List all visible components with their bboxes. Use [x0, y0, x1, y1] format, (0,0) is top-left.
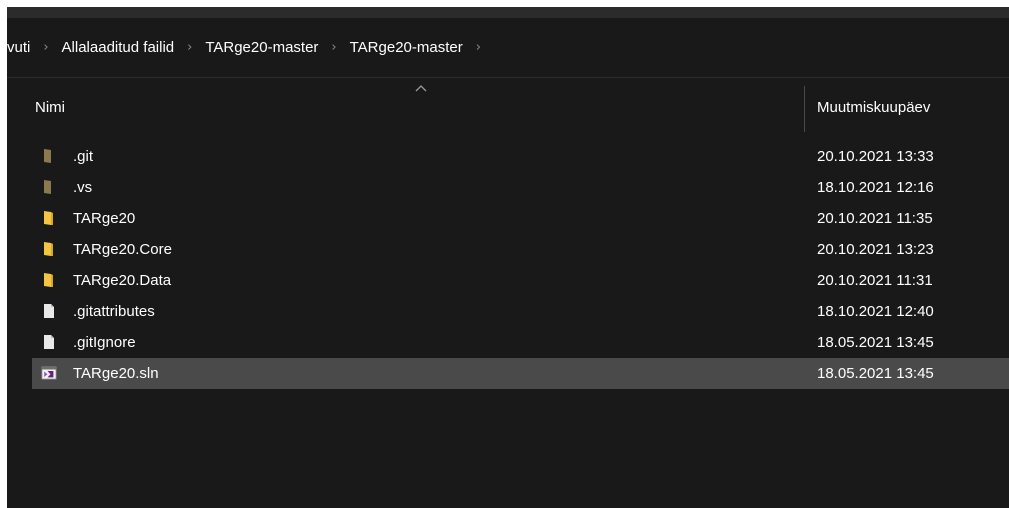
sort-ascending-icon[interactable]: [415, 84, 427, 92]
column-divider[interactable]: [804, 86, 805, 132]
file-modified-date: 20.10.2021 13:23: [817, 241, 934, 258]
file-row[interactable]: .vs 18.10.2021 12:16: [7, 172, 1009, 203]
breadcrumb[interactable]: vuti › Allalaaditud failid › TARge20-mas…: [7, 18, 1009, 78]
hidden-folder-icon: [44, 180, 51, 194]
file-modified-date: 18.10.2021 12:16: [817, 179, 934, 196]
file-row[interactable]: TARge20 20.10.2021 11:35: [7, 203, 1009, 234]
chevron-right-icon[interactable]: ›: [176, 40, 203, 55]
file-modified-date: 18.05.2021 13:45: [817, 365, 934, 382]
column-header-name[interactable]: Nimi: [35, 99, 65, 116]
file-explorer-window: vuti › Allalaaditud failid › TARge20-mas…: [7, 7, 1009, 508]
column-header-modified[interactable]: Muutmiskuupäev: [817, 99, 930, 116]
file-row[interactable]: .gitIgnore 18.05.2021 13:45: [7, 327, 1009, 358]
file-icon: [44, 335, 54, 349]
file-row[interactable]: .git 20.10.2021 13:33: [7, 141, 1009, 172]
file-modified-date: 20.10.2021 11:35: [817, 210, 933, 227]
file-name: TARge20: [73, 210, 136, 227]
file-modified-date: 20.10.2021 11:31: [817, 272, 933, 289]
hidden-folder-icon: [44, 149, 51, 163]
folder-icon: [44, 211, 53, 225]
title-bar-strip: [7, 7, 1009, 18]
chevron-right-icon[interactable]: ›: [465, 40, 492, 55]
file-modified-date: 18.10.2021 12:40: [817, 303, 934, 320]
folder-icon: [44, 242, 53, 256]
file-row[interactable]: TARge20.Core 20.10.2021 13:23: [7, 234, 1009, 265]
breadcrumb-item-targe20-master-2[interactable]: TARge20-master: [348, 39, 465, 56]
file-name: TARge20.Data: [73, 272, 172, 289]
file-list: .git 20.10.2021 13:33 .vs 18.10.2021 12:…: [7, 141, 1009, 389]
breadcrumb-item-targe20-master-1[interactable]: TARge20-master: [203, 39, 320, 56]
file-row[interactable]: .gitattributes 18.10.2021 12:40: [7, 296, 1009, 327]
column-header: Nimi Muutmiskuupäev: [7, 78, 1009, 132]
file-row-selected[interactable]: TARge20.sln 18.05.2021 13:45: [7, 358, 1009, 389]
folder-icon: [44, 273, 53, 287]
file-modified-date: 18.05.2021 13:45: [817, 334, 934, 351]
file-modified-date: 20.10.2021 13:33: [817, 148, 934, 165]
breadcrumb-item-downloads[interactable]: Allalaaditud failid: [60, 39, 177, 56]
file-name: .git: [73, 148, 94, 165]
file-name: TARge20.sln: [73, 365, 159, 382]
file-name: .gitIgnore: [73, 334, 136, 351]
file-row[interactable]: TARge20.Data 20.10.2021 11:31: [7, 265, 1009, 296]
file-name: .vs: [73, 179, 93, 196]
visual-studio-solution-icon: [41, 366, 57, 380]
chevron-right-icon[interactable]: ›: [32, 40, 59, 55]
file-icon: [44, 304, 54, 318]
file-name: TARge20.Core: [73, 241, 172, 258]
file-name: .gitattributes: [73, 303, 155, 320]
chevron-right-icon[interactable]: ›: [320, 40, 347, 55]
breadcrumb-item-computer[interactable]: vuti: [7, 39, 32, 56]
